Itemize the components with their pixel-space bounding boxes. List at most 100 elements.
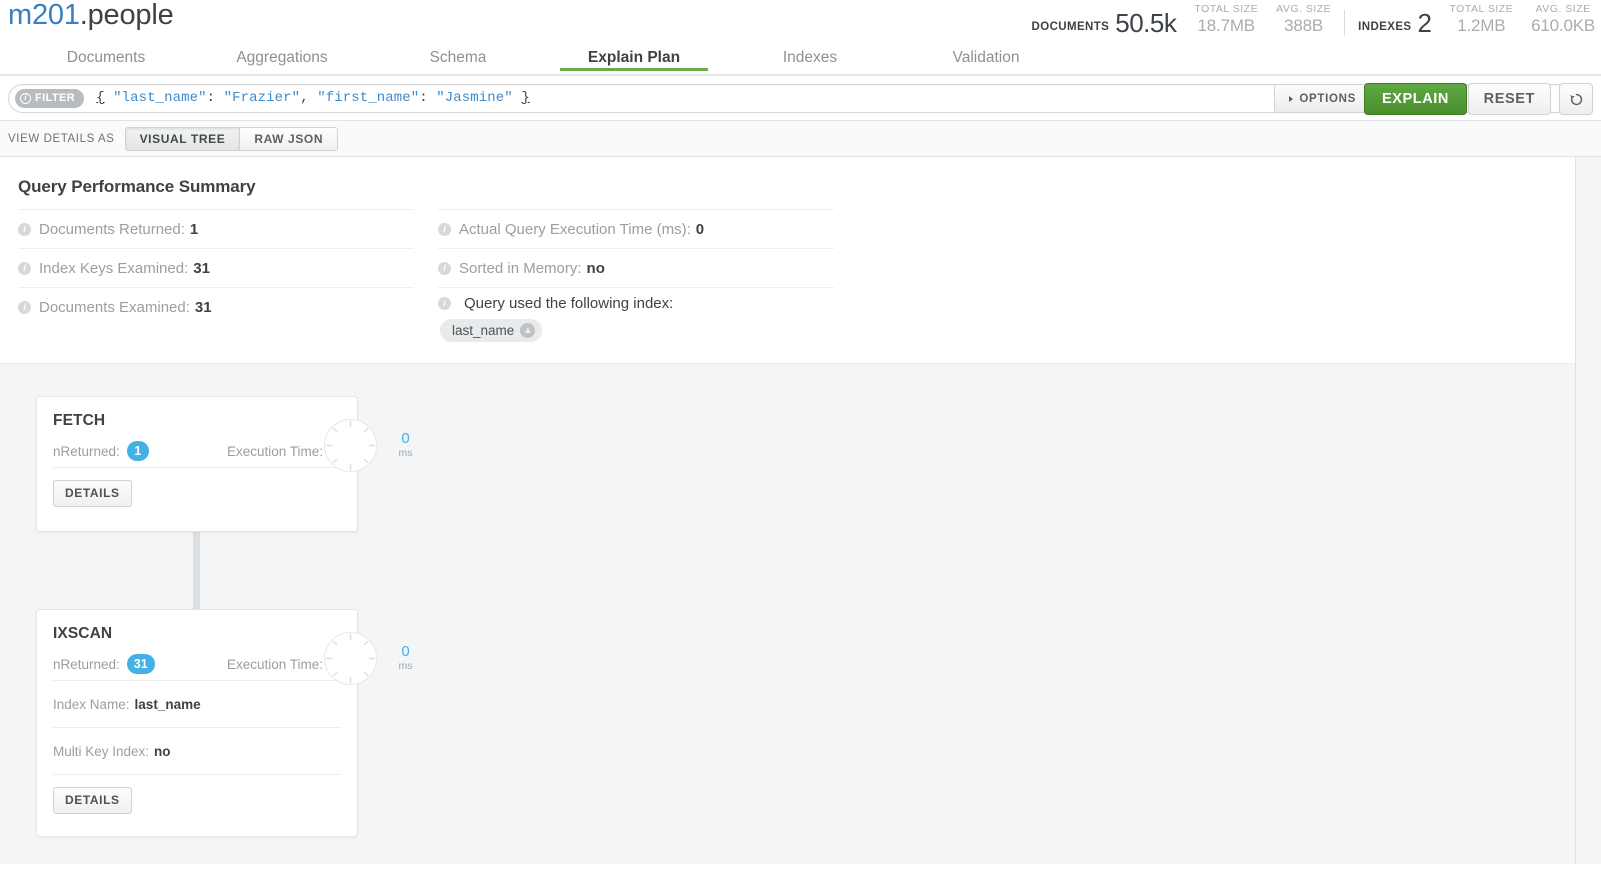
tab-aggregations[interactable]: Aggregations bbox=[194, 41, 370, 67]
execution-time-value: 0 bbox=[401, 643, 410, 660]
stage-row-label: Index Name: bbox=[53, 696, 130, 712]
stage-name: IXSCAN bbox=[53, 625, 113, 642]
stage-row-value: no bbox=[154, 743, 171, 759]
documents-total-size-value: 18.7MB bbox=[1197, 16, 1256, 35]
tab-schema[interactable]: Schema bbox=[370, 41, 546, 67]
stats-divider bbox=[1344, 10, 1346, 36]
summary-row-documents-returned: i Documents Returned: 1 bbox=[18, 209, 414, 248]
summary-label: Index Keys Examined: bbox=[39, 259, 189, 277]
query-history-button[interactable] bbox=[1559, 83, 1593, 115]
documents-count: 50.5k bbox=[1115, 8, 1177, 38]
execution-time-unit: ms bbox=[398, 447, 413, 459]
tab-validation[interactable]: Validation bbox=[898, 41, 1074, 67]
stage-metrics: nReturned: 1 Execution Time: 0 ms bbox=[53, 419, 413, 472]
info-icon: i bbox=[438, 297, 451, 310]
execution-time-clock: 0 ms bbox=[323, 418, 413, 473]
query-colon-2: : bbox=[419, 90, 428, 106]
history-icon bbox=[1569, 93, 1582, 105]
explain-button-label: EXPLAIN bbox=[1381, 91, 1449, 107]
summary-value: 31 bbox=[193, 259, 210, 277]
summary-label: Sorted in Memory: bbox=[459, 259, 582, 277]
summary-label: Actual Query Execution Time (ms): bbox=[459, 220, 691, 238]
clock-icon bbox=[324, 419, 377, 472]
arrow-up-icon: ▲ bbox=[520, 323, 536, 338]
stage-metrics: nReturned: 31 Execution Time: 0 ms bbox=[53, 632, 413, 685]
nreturned-label: nReturned: bbox=[53, 443, 120, 459]
explain-button[interactable]: EXPLAIN bbox=[1363, 83, 1467, 115]
info-icon: i bbox=[18, 222, 31, 236]
stage-name: FETCH bbox=[53, 412, 106, 429]
chevron-right-icon bbox=[1289, 95, 1294, 102]
indexes-total-size-value: 1.2MB bbox=[1457, 16, 1506, 35]
summary-value: 0 bbox=[695, 220, 705, 238]
index-badge-last-name[interactable]: last_name ▲ bbox=[440, 319, 543, 342]
stage-connector-line bbox=[193, 531, 200, 619]
query-key-1: "last_name" bbox=[113, 90, 207, 106]
options-button-label: OPTIONS bbox=[1299, 92, 1356, 105]
indexes-total-size: TOTAL SIZE 1.2MB bbox=[1431, 2, 1513, 41]
stage-row-label: Multi Key Index: bbox=[53, 743, 150, 759]
query-key-2: "first_name" bbox=[317, 90, 420, 106]
tab-documents[interactable]: Documents bbox=[18, 41, 194, 67]
nreturned-badge: 31 bbox=[126, 654, 155, 674]
query-value-1: "Frazier" bbox=[223, 90, 301, 106]
summary-right-column: i Actual Query Execution Time (ms): 0 i … bbox=[438, 209, 834, 342]
fetch-details-button[interactable]: DETAILS bbox=[53, 479, 132, 507]
query-close-brace: } bbox=[521, 90, 530, 106]
query-open-brace: { bbox=[96, 90, 105, 106]
documents-total-size: TOTAL SIZE 18.7MB bbox=[1176, 2, 1258, 41]
info-icon: i bbox=[20, 92, 31, 104]
documents-avg-size-value: 388B bbox=[1284, 16, 1324, 35]
execution-time-unit: ms bbox=[398, 660, 413, 672]
summary-row-sorted-in-memory: i Sorted in Memory: no bbox=[438, 248, 834, 287]
options-button[interactable]: OPTIONS bbox=[1274, 84, 1371, 113]
explain-plan-content: Query Performance Summary i Documents Re… bbox=[0, 157, 1601, 864]
stage-row-index-name: Index Name: last_name bbox=[53, 680, 341, 727]
index-badge-label: last_name bbox=[452, 323, 515, 338]
summary-value: 31 bbox=[194, 298, 212, 316]
view-details-label: VIEW DETAILS AS bbox=[8, 132, 115, 145]
collection-stats: DOCUMENTS 50.5k TOTAL SIZE 18.7MB AVG. S… bbox=[1032, 0, 1595, 41]
collection-name: people bbox=[87, 0, 174, 31]
documents-avg-size-label: AVG. SIZE bbox=[1276, 3, 1332, 15]
indexes-stat-group: INDEXES 2 TOTAL SIZE 1.2MB AVG. SIZE 610… bbox=[1358, 0, 1595, 41]
index-used-badges: last_name ▲ bbox=[438, 312, 834, 342]
index-used-label: Query used the following index: bbox=[464, 295, 674, 312]
right-gutter bbox=[1575, 157, 1601, 864]
documents-avg-size: AVG. SIZE 388B bbox=[1258, 2, 1331, 41]
documents-total-size-label: TOTAL SIZE bbox=[1194, 3, 1259, 15]
stage-card-fetch[interactable]: FETCH nReturned: 1 Execution Time: 0 ms … bbox=[36, 396, 413, 532]
query-value-2: "Jasmine" bbox=[436, 90, 513, 106]
info-icon: i bbox=[18, 300, 31, 314]
ixscan-details-button[interactable]: DETAILS bbox=[53, 786, 132, 814]
summary-row-execution-time: i Actual Query Execution Time (ms): 0 bbox=[438, 209, 834, 248]
indexes-avg-size: AVG. SIZE 610.0KB bbox=[1513, 2, 1595, 41]
namespace-title: m201.people bbox=[8, 0, 174, 32]
stage-row-multi-key-index: Multi Key Index: no bbox=[53, 727, 341, 774]
summary-label: Documents Returned: bbox=[39, 220, 185, 238]
stage-card-ixscan[interactable]: IXSCAN nReturned: 31 Execution Time: 0 m… bbox=[36, 609, 413, 837]
info-icon: i bbox=[18, 261, 31, 275]
summary-row-index-used: i Query used the following index: last_n… bbox=[438, 287, 834, 342]
tab-indexes[interactable]: Indexes bbox=[722, 41, 898, 67]
view-mode-raw-json[interactable]: RAW JSON bbox=[240, 126, 339, 151]
filter-query-text: { "last_name": "Frazier", "first_name": … bbox=[96, 90, 530, 106]
summary-title: Query Performance Summary bbox=[18, 177, 256, 196]
reset-button[interactable]: RESET bbox=[1467, 83, 1551, 115]
query-bar: i FILTER { "last_name": "Frazier", "firs… bbox=[0, 76, 1601, 121]
stage-details-wrap: DETAILS bbox=[53, 774, 341, 825]
collection-header: m201.people DOCUMENTS 50.5k TOTAL SIZE 1… bbox=[0, 0, 1601, 41]
view-mode-visual-tree[interactable]: VISUAL TREE bbox=[124, 126, 241, 151]
execution-time-value: 0 bbox=[401, 430, 410, 447]
indexes-avg-size-value: 610.0KB bbox=[1531, 16, 1595, 35]
summary-left-column: i Documents Returned: 1 i Index Keys Exa… bbox=[18, 209, 414, 342]
nreturned-label: nReturned: bbox=[53, 656, 120, 672]
index-used-header: i Query used the following index: bbox=[438, 295, 834, 312]
filter-badge-label: FILTER bbox=[35, 92, 76, 104]
view-mode-toggle: VISUAL TREE RAW JSON bbox=[124, 126, 339, 151]
view-details-bar: VIEW DETAILS AS VISUAL TREE RAW JSON bbox=[0, 121, 1601, 157]
indexes-total-size-label: TOTAL SIZE bbox=[1449, 3, 1514, 15]
tab-explain-plan[interactable]: Explain Plan bbox=[546, 41, 722, 71]
clock-icon bbox=[324, 632, 377, 685]
nreturned-badge: 1 bbox=[126, 441, 149, 461]
